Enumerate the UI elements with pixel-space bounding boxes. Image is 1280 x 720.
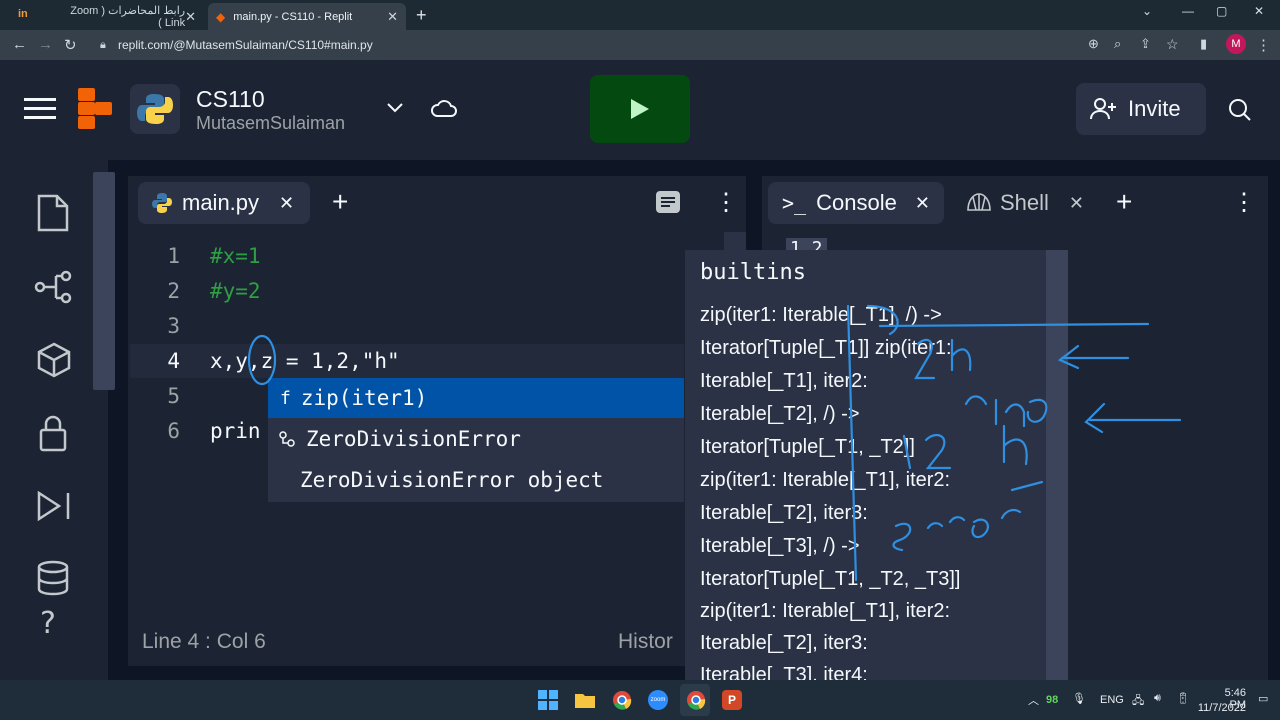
battery-icon[interactable]: 🔋︎ — [1176, 692, 1190, 705]
clock-date[interactable]: 11/7/2022 — [1196, 702, 1246, 714]
annotation-line — [878, 322, 1150, 328]
annotation-circle — [247, 334, 277, 386]
zoom-app-icon[interactable]: zoom — [648, 690, 668, 710]
chrome-icon[interactable] — [612, 690, 632, 710]
pen-annotation-drawing — [247, 304, 1182, 582]
chrome-profile-icon[interactable] — [686, 690, 706, 710]
microphone-icon[interactable]: 🎙︎ — [1072, 692, 1086, 705]
battery-tray-value[interactable]: 98 — [1046, 694, 1058, 706]
powerpoint-icon[interactable]: P — [722, 690, 742, 710]
annotation-line — [846, 304, 858, 582]
language-indicator[interactable]: ENG — [1100, 694, 1124, 706]
volume-icon[interactable]: 🔊︎ — [1154, 692, 1161, 705]
windows-taskbar — [0, 680, 1280, 720]
windows-start-icon[interactable] — [538, 690, 558, 710]
tray-chevron-icon[interactable]: ︿ — [1028, 692, 1039, 708]
network-icon[interactable]: 🖧︎ — [1132, 692, 1144, 711]
file-explorer-icon[interactable] — [574, 690, 596, 710]
notification-icon[interactable]: ▭ — [1258, 692, 1268, 705]
